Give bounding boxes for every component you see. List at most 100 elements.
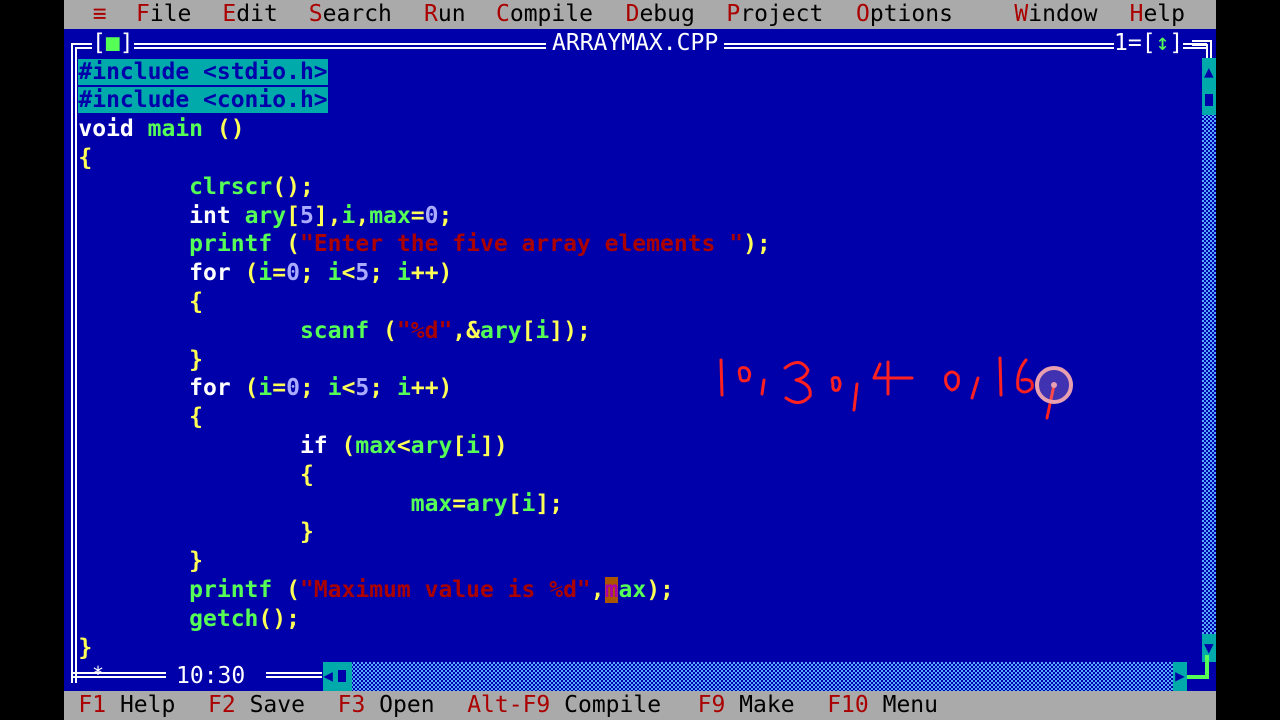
code-token: max [410, 490, 453, 517]
code-token: (); [258, 605, 300, 632]
code-token: [ [452, 432, 467, 459]
window-number: 1 [1114, 29, 1128, 56]
code-token: ; [369, 375, 397, 402]
menu-file[interactable]: File [136, 0, 191, 29]
horizontal-scrollbar[interactable] [323, 662, 1188, 692]
menu-debug[interactable]: Debug [626, 0, 695, 29]
code-line[interactable]: getch(); [78, 605, 300, 634]
status-key: Alt-F9 [467, 692, 551, 719]
status-f9-make[interactable]: F9 Make [698, 691, 795, 720]
menu-search[interactable]: Search [309, 0, 392, 29]
code-token: [ [521, 317, 536, 344]
menu-help[interactable]: Help [1130, 0, 1185, 29]
code-token: { [189, 404, 204, 431]
menu-file-hotkey: F [136, 1, 150, 27]
menu-run[interactable]: Run [424, 0, 466, 29]
code-line[interactable]: if (max<ary[i]) [78, 432, 508, 461]
code-token: if [299, 432, 342, 459]
code-token: < [396, 432, 411, 459]
code-line[interactable]: { [78, 144, 92, 173]
vertical-scrollbar[interactable] [1201, 57, 1216, 663]
code-line[interactable]: { [78, 461, 314, 490]
code-token: { [78, 144, 93, 171]
status-f3-open[interactable]: F3 Open [338, 691, 435, 720]
code-token: getch [189, 605, 259, 632]
code-token: "Maximum value is %d" [299, 576, 591, 603]
code-line[interactable]: printf ("Maximum value is %d",max); [78, 576, 674, 605]
menu-help-label: elp [1143, 1, 1185, 27]
code-line[interactable]: printf ("Enter the five array elements "… [78, 230, 771, 259]
code-token: 0 [286, 260, 300, 287]
window-close-button[interactable]: [■] [92, 28, 134, 58]
code-token: i [521, 490, 536, 517]
code-token: ( [286, 576, 300, 603]
menu-options[interactable]: Options [856, 0, 953, 29]
code-token: ( [244, 260, 259, 287]
close-box-icon: ■ [105, 29, 120, 56]
code-token: max [369, 202, 411, 229]
menu-edit[interactable]: Edit [222, 0, 277, 29]
code-line[interactable]: for (i=0; i<5; i++) [78, 374, 452, 403]
status-label: Open [379, 692, 435, 719]
code-token: ; [369, 260, 397, 287]
scroll-right-arrow-icon[interactable]: ▶ [1172, 662, 1188, 692]
window-resize-handle[interactable] [1187, 655, 1209, 679]
zoom-arrow-icon: ↕ [1155, 29, 1170, 56]
code-token: = [272, 375, 287, 402]
frame-bottom-line [266, 672, 322, 678]
code-line[interactable]: } [78, 346, 203, 375]
status-f2-save[interactable]: F2 Save [208, 691, 305, 720]
code-token: printf [189, 231, 287, 258]
window-zoom-button[interactable]: 1=[↕] [1114, 28, 1184, 58]
menu-window-hotkey: W [1014, 1, 1029, 27]
code-token: ary [244, 202, 287, 229]
code-token: int [189, 202, 245, 229]
menu-project[interactable]: Project [726, 0, 823, 29]
status-f10-menu[interactable]: F10 Menu [827, 691, 938, 720]
scroll-left-arrow-icon[interactable]: ◀ [323, 662, 352, 692]
code-line[interactable]: void main () [78, 115, 244, 144]
code-token: { [189, 288, 204, 315]
code-token: [ [286, 202, 300, 229]
code-line[interactable]: for (i=0; i<5; i++) [78, 259, 452, 288]
menu-debug-label: ebug [639, 1, 695, 27]
menu-window[interactable]: Window [1014, 0, 1097, 29]
status-key: F1 [78, 692, 107, 719]
code-token: i [258, 375, 273, 402]
code-token: [ [507, 490, 522, 517]
code-token: ; [300, 260, 328, 287]
code-line[interactable]: } [78, 547, 203, 576]
vertical-scroll-thumb[interactable] [1201, 86, 1216, 116]
code-line[interactable]: int ary[5],i,max=0; [78, 202, 452, 231]
code-line[interactable]: { [78, 403, 203, 432]
menu-compile[interactable]: Compile [496, 0, 593, 29]
code-line[interactable]: } [78, 518, 314, 547]
menu-window-label: indow [1028, 1, 1098, 27]
scroll-up-arrow-icon[interactable]: ▲ [1201, 57, 1216, 87]
code-token: ++) [410, 260, 453, 287]
code-token: ,& [452, 317, 480, 344]
code-token: #include <conio.h> [78, 87, 328, 114]
code-token: } [78, 634, 93, 661]
code-line[interactable]: scanf ("%d",&ary[i]); [78, 317, 591, 346]
menu-search-label: earch [322, 1, 392, 27]
code-editor[interactable]: #include <stdio.h> #include <conio.h> void… [78, 58, 1201, 663]
system-menu-icon[interactable]: ≡ [93, 0, 107, 29]
turbo-cpp-ide: ≡ File Edit Search Run Compile Debug Pro… [64, 0, 1216, 720]
code-token: ++) [410, 375, 453, 402]
code-line[interactable]: #include <conio.h> [78, 86, 328, 115]
menu-help-hotkey: H [1129, 1, 1144, 27]
code-line[interactable]: #include <stdio.h> [78, 58, 328, 87]
code-line[interactable]: { [78, 288, 203, 317]
code-line[interactable]: max=ary[i]; [78, 490, 563, 519]
code-token: #include <stdio.h> [78, 58, 328, 85]
code-line[interactable]: } [78, 634, 92, 663]
code-line[interactable]: clrscr(); [78, 173, 314, 202]
menu-run-hotkey: R [424, 1, 438, 27]
status-altf9-compile[interactable]: Alt-F9 Compile [467, 691, 661, 720]
code-token: max [355, 432, 397, 459]
status-f1-help[interactable]: F1 Help [78, 691, 175, 720]
